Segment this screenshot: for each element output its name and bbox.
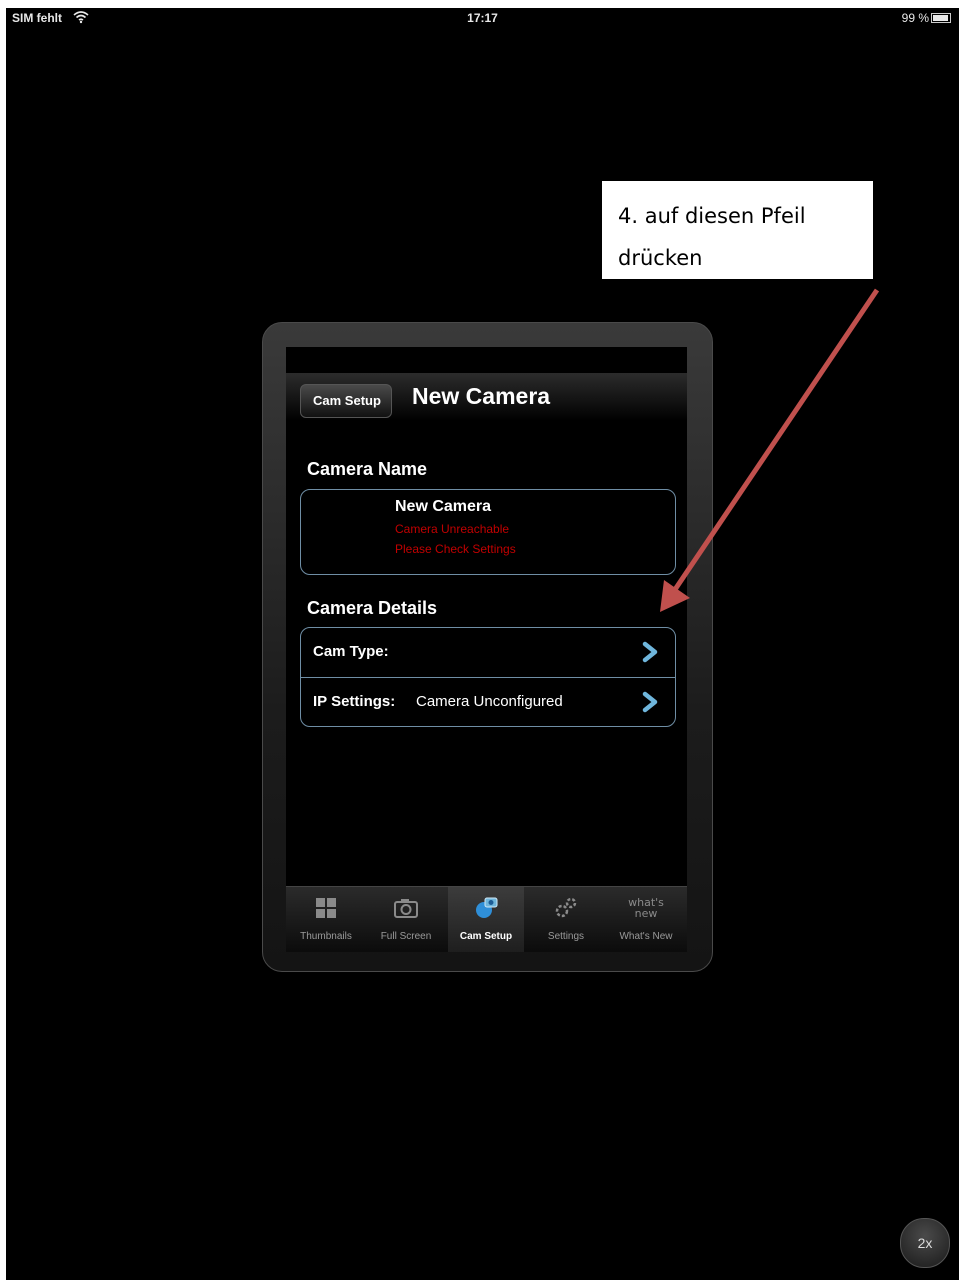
annotation-arrow-head [660, 580, 690, 612]
annotation-arrow [660, 288, 880, 612]
annotation-arrow-line [669, 288, 880, 596]
